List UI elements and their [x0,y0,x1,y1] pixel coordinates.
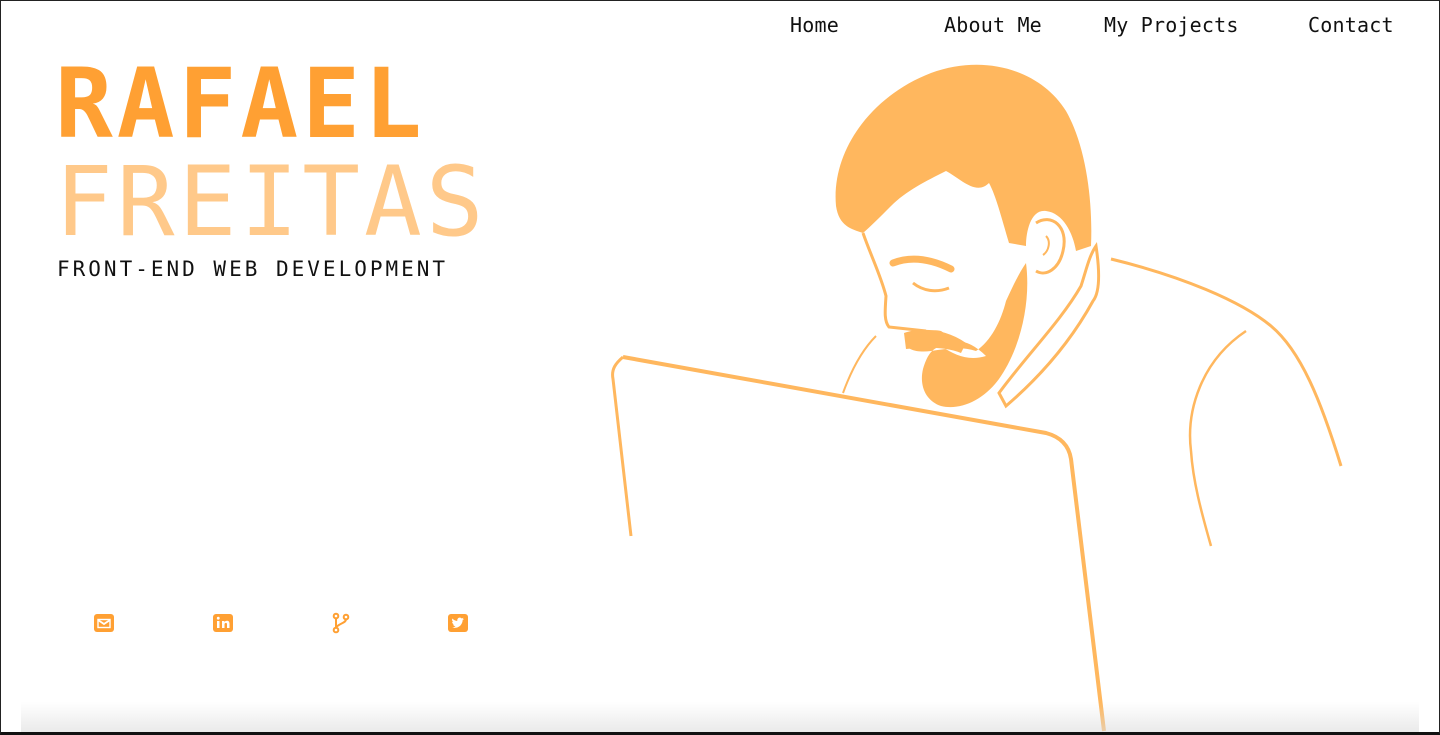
nav-about-link[interactable]: About Me [944,13,1042,37]
nav-home-link[interactable]: Home [790,13,839,37]
nav-projects-link[interactable]: My Projects [1104,13,1239,37]
git-branch-icon [332,612,350,634]
email-link[interactable] [92,611,116,635]
linkedin-icon [213,614,233,632]
envelope-icon [94,614,114,632]
page: Home About Me My Projects Contact RAFAEL… [0,0,1440,735]
hero-tagline: FRONT-END WEB DEVELOPMENT [57,257,449,281]
nav-contact-link[interactable]: Contact [1308,13,1394,37]
hero-last-name: FREITAS [55,146,488,258]
developer-illustration [611,64,1343,732]
twitter-icon [448,614,468,632]
linkedin-link[interactable] [211,611,235,635]
main-nav: Home About Me My Projects Contact [1,11,1439,43]
twitter-link[interactable] [446,611,470,635]
hero-first-name: RAFAEL [55,48,426,160]
git-link[interactable] [329,611,353,635]
